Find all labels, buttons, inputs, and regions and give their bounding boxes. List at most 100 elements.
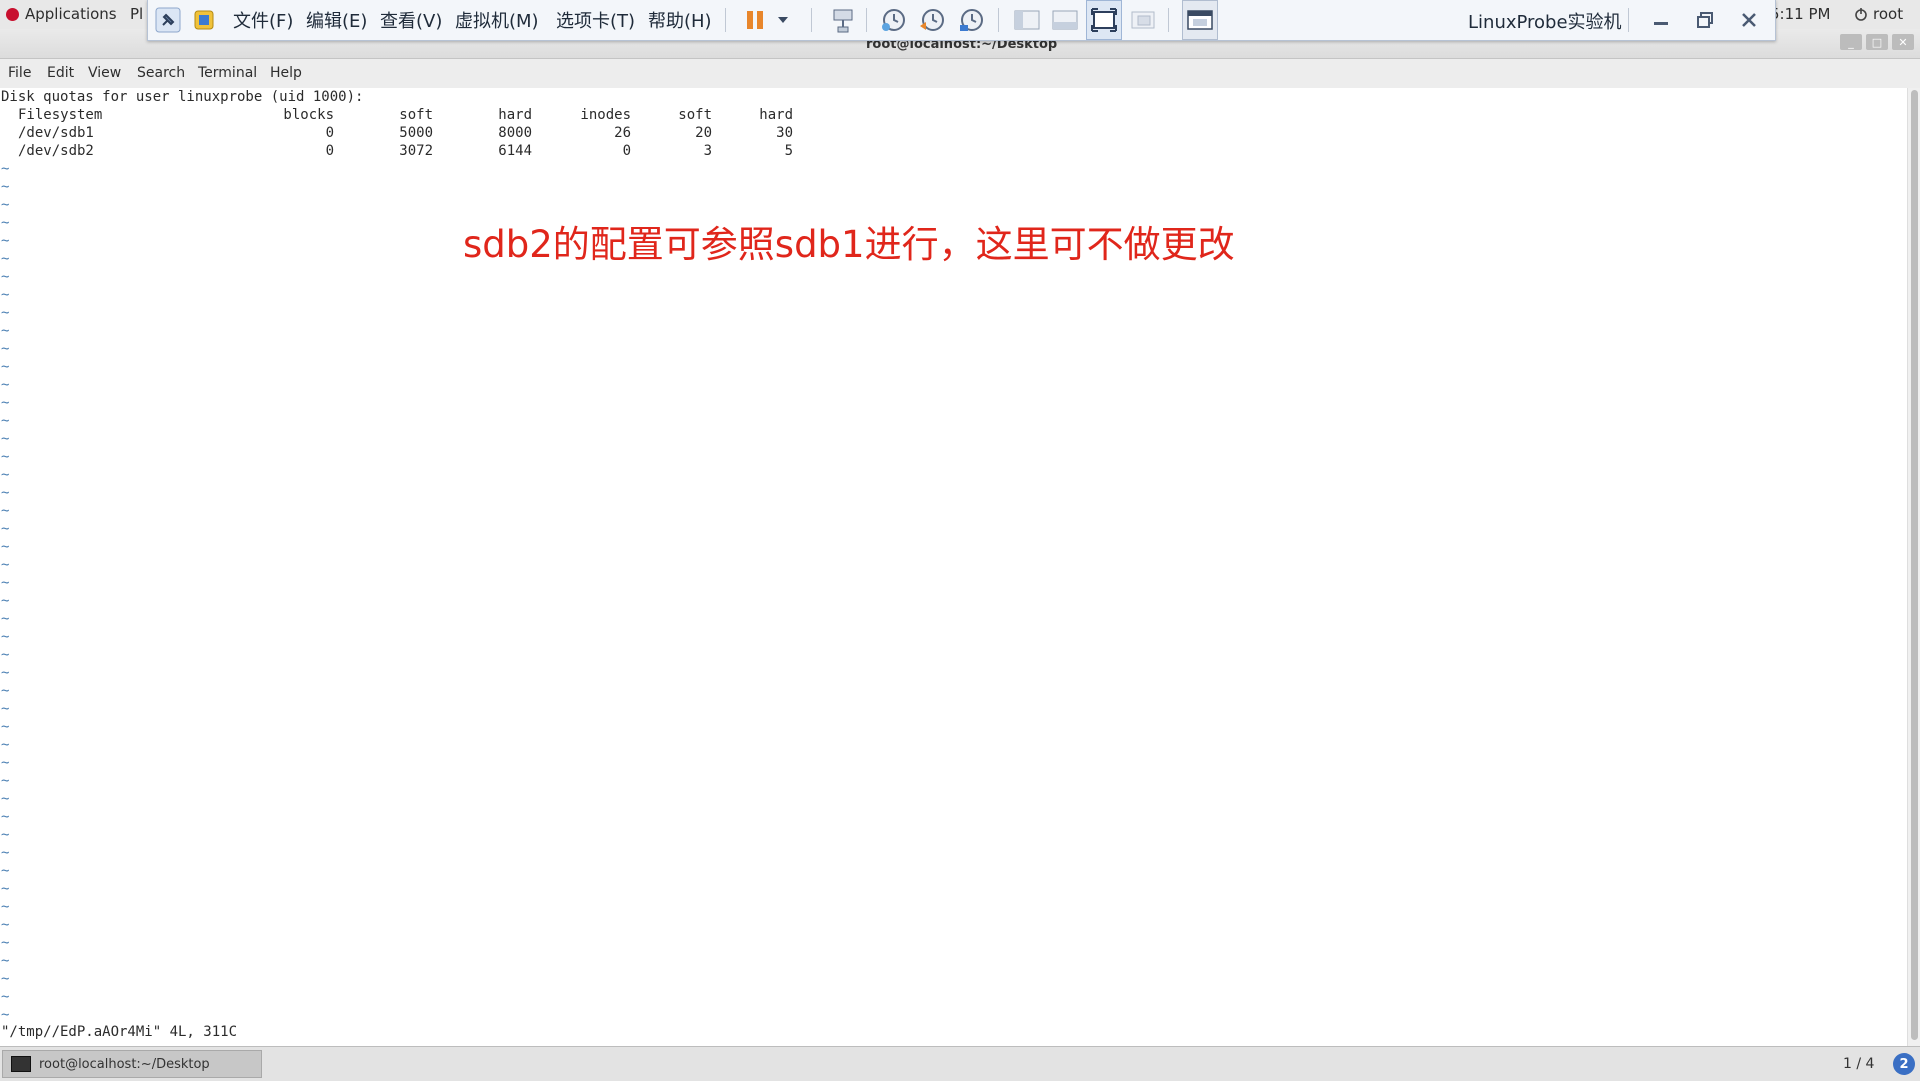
toolbar-separator	[1168, 8, 1169, 32]
empty-line-tilde: ~	[1, 431, 10, 447]
inodes-cell: 26	[614, 125, 631, 141]
menu-edit[interactable]: Edit	[47, 65, 74, 81]
vm-menu-help[interactable]: 帮助(H)	[648, 7, 712, 33]
terminal-scrollbar[interactable]	[1907, 88, 1920, 1046]
annotation-text: sdb2的配置可参照sdb1进行，这里可不做更改	[463, 223, 1235, 266]
vm-restore-button[interactable]	[1690, 0, 1720, 40]
table-row: /dev/sdb1 0 5000 8000 26 20 30	[0, 124, 800, 142]
empty-line-tilde: ~	[1, 773, 10, 789]
send-keys-button[interactable]	[825, 0, 861, 40]
empty-line-tilde: ~	[1, 359, 10, 375]
toolbar-separator	[1628, 8, 1629, 32]
unity-icon	[1131, 11, 1155, 29]
toolbar-separator	[811, 8, 812, 32]
window-controls: _ □ ✕	[1840, 34, 1914, 50]
empty-line-tilde: ~	[1, 827, 10, 843]
maximize-button[interactable]: □	[1866, 34, 1888, 50]
blocks-cell: 0	[325, 125, 334, 141]
toolbar-separator	[866, 8, 867, 32]
empty-line-tilde: ~	[1, 467, 10, 483]
vm-menu-edit[interactable]: 编辑(E)	[306, 7, 367, 33]
menu-view[interactable]: View	[88, 65, 121, 81]
user-menu[interactable]: root	[1854, 5, 1903, 23]
power-dropdown[interactable]	[773, 0, 793, 40]
hard-cell: 6144	[498, 143, 532, 159]
inode-soft-cell: 3	[703, 143, 712, 159]
empty-line-tilde: ~	[1, 701, 10, 717]
workspace-indicator[interactable]: 1 / 4	[1843, 1056, 1874, 1072]
menu-search[interactable]: Search	[137, 65, 185, 81]
snapshot-icon	[882, 9, 905, 31]
minimize-icon	[1654, 22, 1668, 25]
close-button[interactable]: ✕	[1892, 34, 1914, 50]
clock[interactable]: 5:11 PM	[1770, 5, 1830, 23]
notification-badge[interactable]: 2	[1893, 1053, 1915, 1075]
empty-line-tilde: ~	[1, 233, 10, 249]
vm-menu-tabs[interactable]: 选项卡(T)	[556, 7, 635, 33]
column-header: Filesystem	[18, 107, 103, 123]
sidebar-toggle-button[interactable]	[1010, 0, 1044, 40]
empty-line-tilde: ~	[1, 1007, 10, 1023]
fullscreen-button[interactable]	[1086, 0, 1122, 40]
soft-cell: 3072	[399, 143, 433, 159]
empty-line-tilde: ~	[1, 575, 10, 591]
revert-snapshot-button[interactable]	[915, 0, 949, 40]
table-row: /dev/sdb2 0 3072 6144 0 3 5	[0, 142, 800, 160]
empty-line-tilde: ~	[1, 683, 10, 699]
empty-line-tilde: ~	[1, 629, 10, 645]
empty-line-tilde: ~	[1, 305, 10, 321]
vm-library-button[interactable]	[188, 0, 220, 40]
taskbar-terminal-label: root@localhost:~/Desktop	[39, 1056, 210, 1072]
empty-line-tilde: ~	[1, 215, 10, 231]
unity-button[interactable]	[1126, 0, 1160, 40]
empty-line-tilde: ~	[1, 521, 10, 537]
vm-toolbar: 文件(F) 编辑(E) 查看(V) 虚拟机(M) 选项卡(T) 帮助(H) Li…	[147, 0, 1776, 41]
column-header: blocks	[283, 107, 334, 123]
toolbar-separator	[998, 8, 999, 32]
pin-button[interactable]	[150, 0, 186, 40]
vm-minimize-button[interactable]	[1646, 0, 1676, 40]
column-header: soft	[399, 107, 433, 123]
empty-line-tilde: ~	[1, 197, 10, 213]
empty-line-tilde: ~	[1, 557, 10, 573]
menu-file[interactable]: File	[8, 65, 31, 81]
menu-terminal[interactable]: Terminal	[198, 65, 257, 81]
chevron-down-icon	[778, 17, 788, 23]
empty-line-tilde: ~	[1, 503, 10, 519]
vm-menu-view[interactable]: 查看(V)	[380, 7, 442, 33]
applications-menu[interactable]: Applications	[6, 5, 117, 23]
column-header: soft	[678, 107, 712, 123]
empty-line-tilde: ~	[1, 269, 10, 285]
empty-line-tilde: ~	[1, 845, 10, 861]
empty-line-tilde: ~	[1, 611, 10, 627]
vm-close-button[interactable]	[1734, 0, 1764, 40]
snapshot-manager-button[interactable]	[954, 0, 988, 40]
empty-line-tilde: ~	[1, 917, 10, 933]
places-menu[interactable]: Pl	[130, 5, 143, 23]
vm-menu-file[interactable]: 文件(F)	[233, 7, 293, 33]
empty-line-tilde: ~	[1, 737, 10, 753]
filesystem-cell: /dev/sdb2	[18, 143, 94, 159]
empty-line-tilde: ~	[1, 485, 10, 501]
empty-line-tilde: ~	[1, 161, 10, 177]
revert-snapshot-icon	[920, 9, 944, 31]
blocks-cell: 0	[325, 143, 334, 159]
empty-line-tilde: ~	[1, 179, 10, 195]
empty-line-tilde: ~	[1, 881, 10, 897]
inode-hard-cell: 30	[776, 125, 793, 141]
menu-help[interactable]: Help	[270, 65, 302, 81]
scrollbar-thumb[interactable]	[1911, 90, 1918, 1040]
empty-line-tilde: ~	[1, 809, 10, 825]
thumbnail-bar-button[interactable]	[1048, 0, 1082, 40]
empty-line-tilde: ~	[1, 323, 10, 339]
redhat-icon	[6, 7, 19, 21]
terminal-menubar: File Edit View Search Terminal Help	[0, 59, 1920, 88]
console-view-button[interactable]	[1182, 0, 1218, 40]
minimize-button[interactable]: _	[1840, 34, 1862, 50]
vm-menu-vm[interactable]: 虚拟机(M)	[455, 7, 539, 33]
pause-button[interactable]	[740, 0, 770, 40]
snapshot-button[interactable]	[876, 0, 910, 40]
power-icon	[1855, 8, 1867, 21]
hard-cell: 8000	[498, 125, 532, 141]
taskbar-terminal-item[interactable]: root@localhost:~/Desktop	[2, 1050, 262, 1078]
